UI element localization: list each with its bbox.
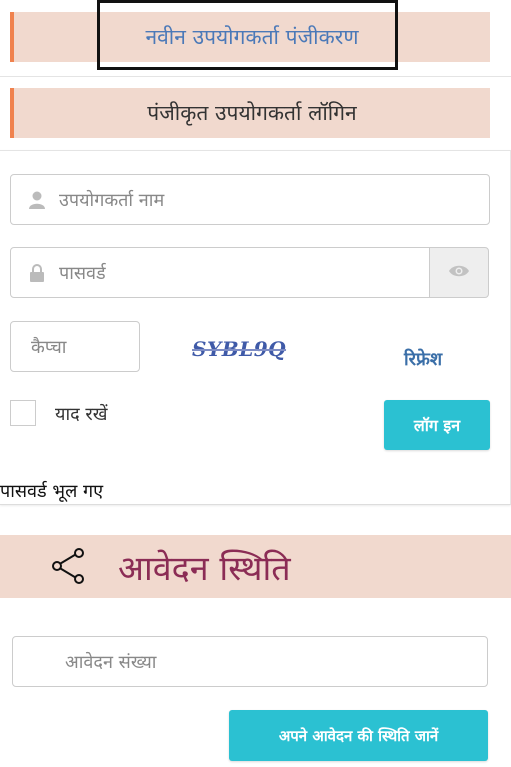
focus-highlight-box [97, 0, 398, 70]
captcha-input[interactable]: कैप्चा [10, 321, 140, 372]
remember-me-label: याद रखें [55, 404, 108, 425]
forgot-password-link[interactable]: पासवर्ड भूल गए [0, 479, 103, 503]
tab-registered-user-login[interactable]: पंजीकृत उपयोगकर्ता लॉगिन [10, 88, 490, 138]
captcha-refresh-link[interactable]: रिफ्रेश [404, 347, 442, 371]
password-field[interactable]: पासवर्ड [10, 247, 430, 298]
password-placeholder: पासवर्ड [59, 262, 106, 284]
application-number-field[interactable]: आवेदन संख्या [12, 636, 488, 687]
remember-me-checkbox[interactable] [10, 400, 36, 426]
check-application-status-button[interactable]: अपने आवेदन की स्थिति जानें [229, 710, 488, 761]
captcha-placeholder: कैप्चा [31, 336, 67, 358]
lock-icon [29, 263, 45, 282]
application-status-title: आवेदन स्थिति [118, 549, 291, 589]
username-field[interactable]: उपयोगकर्ता नाम [10, 174, 490, 225]
application-number-placeholder: आवेदन संख्या [65, 651, 157, 673]
tab-login-label: पंजीकृत उपयोगकर्ता लॉगिन [147, 101, 357, 125]
username-placeholder: उपयोगकर्ता नाम [59, 189, 165, 211]
section-divider [0, 76, 511, 77]
eye-icon [448, 263, 470, 282]
share-icon [50, 547, 88, 589]
captcha-image: SYBL9Q [192, 337, 287, 361]
login-button[interactable]: लॉग इन [384, 400, 490, 450]
user-icon [29, 191, 45, 209]
show-password-button[interactable] [429, 247, 489, 298]
